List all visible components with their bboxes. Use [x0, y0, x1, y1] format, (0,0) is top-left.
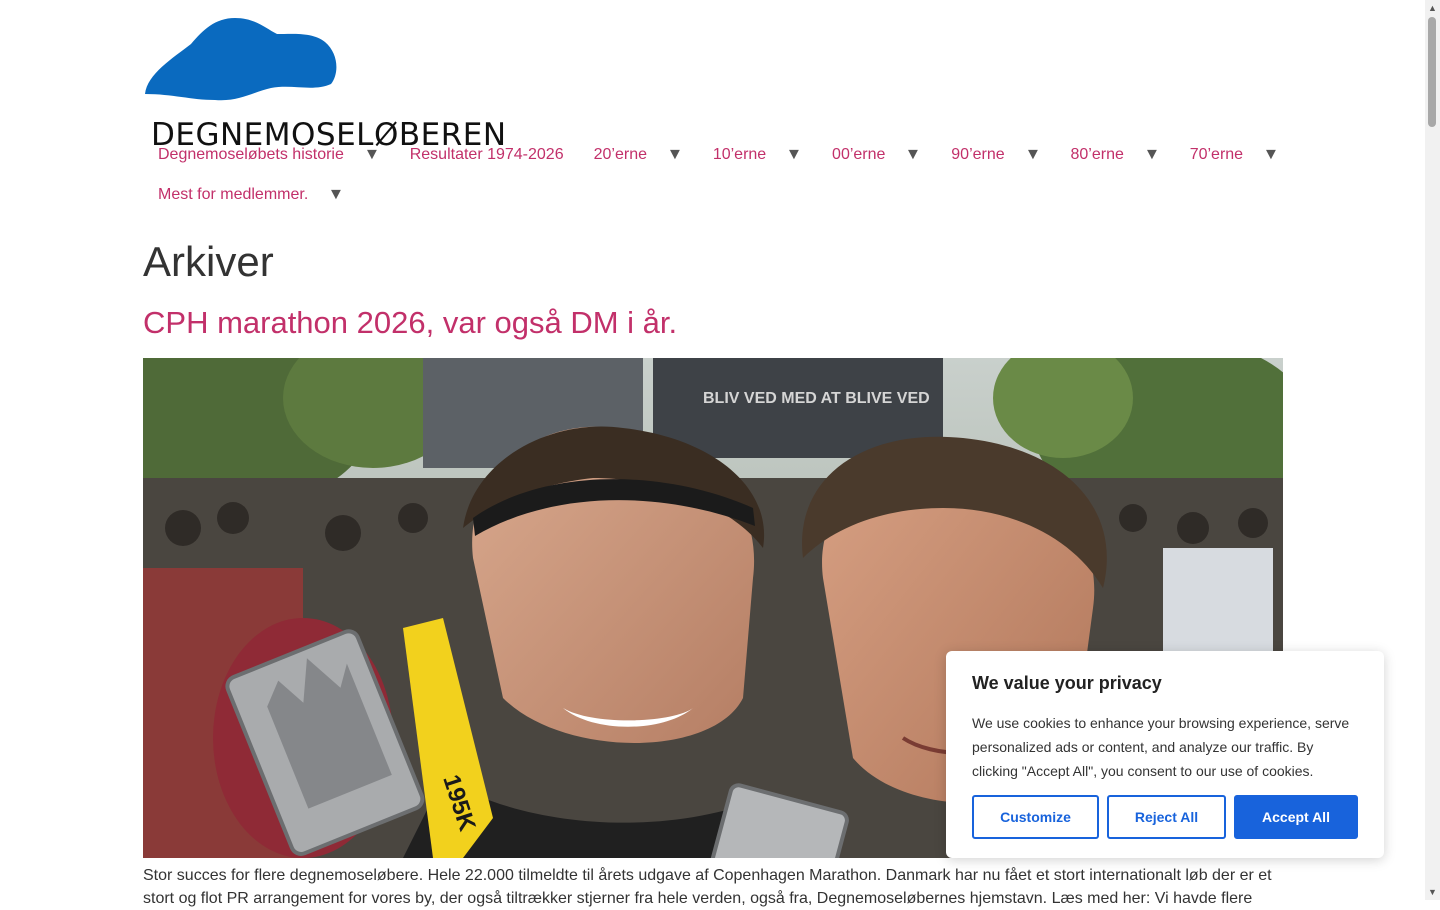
nav-item-label: 20’erne — [593, 146, 647, 163]
nav-item[interactable]: 80’erne ▼ — [1070, 146, 1160, 164]
nav-item-label: Degnemoseløbets historie — [158, 146, 344, 163]
nav-row-primary: Degnemoseløbets historie ▼ Resultater 1974… — [143, 135, 1283, 175]
nav-item[interactable]: Mest for medlemmer. ▼ — [158, 186, 345, 204]
customize-button[interactable]: Customize — [972, 795, 1099, 839]
accept-all-button[interactable]: Accept All — [1234, 795, 1358, 839]
nav-row-secondary: Mest for medlemmer. ▼ — [143, 175, 1283, 215]
dropdown-arrow-icon[interactable]: ▼ — [1143, 146, 1160, 164]
nav-item-label: 10’erne — [712, 146, 767, 163]
nav-item[interactable]: 90’erne ▼ — [951, 146, 1041, 164]
nav-item-label: 80’erne — [1070, 146, 1124, 163]
scroll-down-arrow-icon[interactable]: ▼ — [1428, 887, 1437, 897]
dropdown-arrow-icon[interactable]: ▼ — [786, 146, 803, 164]
cookie-title: We value your privacy — [972, 673, 1162, 693]
nav-item-label: 70’erne — [1189, 146, 1244, 163]
cookie-description: We use cookies to enhance your browsing … — [972, 715, 1350, 779]
nav-item-label: Mest for medlemmer. — [158, 186, 309, 203]
dropdown-arrow-icon[interactable]: ▼ — [1263, 146, 1280, 164]
cookie-consent-banner: We value your privacy We use cookies to … — [946, 651, 1384, 858]
dropdown-arrow-icon[interactable]: ▼ — [1024, 146, 1041, 164]
nav-item[interactable]: 70’erne ▼ — [1189, 146, 1280, 164]
nav-item[interactable]: Resultater 1974-2026 — [410, 146, 564, 164]
site-logo[interactable]: DEGNEMOSELØBEREN — [143, 14, 506, 153]
nav-item[interactable]: 00’erne ▼ — [832, 146, 922, 164]
nav-item-label: 00’erne — [832, 146, 886, 163]
reject-all-button[interactable]: Reject All — [1107, 795, 1226, 839]
post-excerpt: Stor succes for flere degnemoseløbere. H… — [143, 867, 1272, 907]
cookie-buttons: Customize Reject All Accept All — [972, 795, 1358, 839]
dropdown-arrow-icon[interactable]: ▼ — [667, 146, 684, 164]
nav-item-label: 90’erne — [951, 146, 1005, 163]
banner-text: BLIV VED MED AT BLIVE VED — [703, 390, 930, 407]
page-scrollbar[interactable]: ▲ ▼ — [1425, 0, 1440, 900]
nav-item[interactable]: 10’erne ▼ — [712, 146, 803, 164]
nav-item[interactable]: 20’erne ▼ — [593, 146, 684, 164]
dropdown-arrow-icon[interactable]: ▼ — [328, 186, 345, 204]
main-navigation: Degnemoseløbets historie ▼ Resultater 1974… — [143, 135, 1283, 215]
dropdown-arrow-icon[interactable]: ▼ — [905, 146, 922, 164]
scroll-thumb[interactable] — [1428, 17, 1436, 127]
archive-title: Arkiver — [143, 238, 274, 285]
logo-blob-icon — [145, 18, 337, 101]
nav-item[interactable]: Degnemoseløbets historie ▼ — [158, 146, 380, 164]
post-title-link[interactable]: CPH marathon 2026, var også DM i år. — [143, 300, 677, 346]
scroll-up-arrow-icon[interactable]: ▲ — [1428, 3, 1437, 13]
dropdown-arrow-icon[interactable]: ▼ — [363, 146, 380, 164]
nav-item-label: Resultater 1974-2026 — [409, 146, 564, 163]
